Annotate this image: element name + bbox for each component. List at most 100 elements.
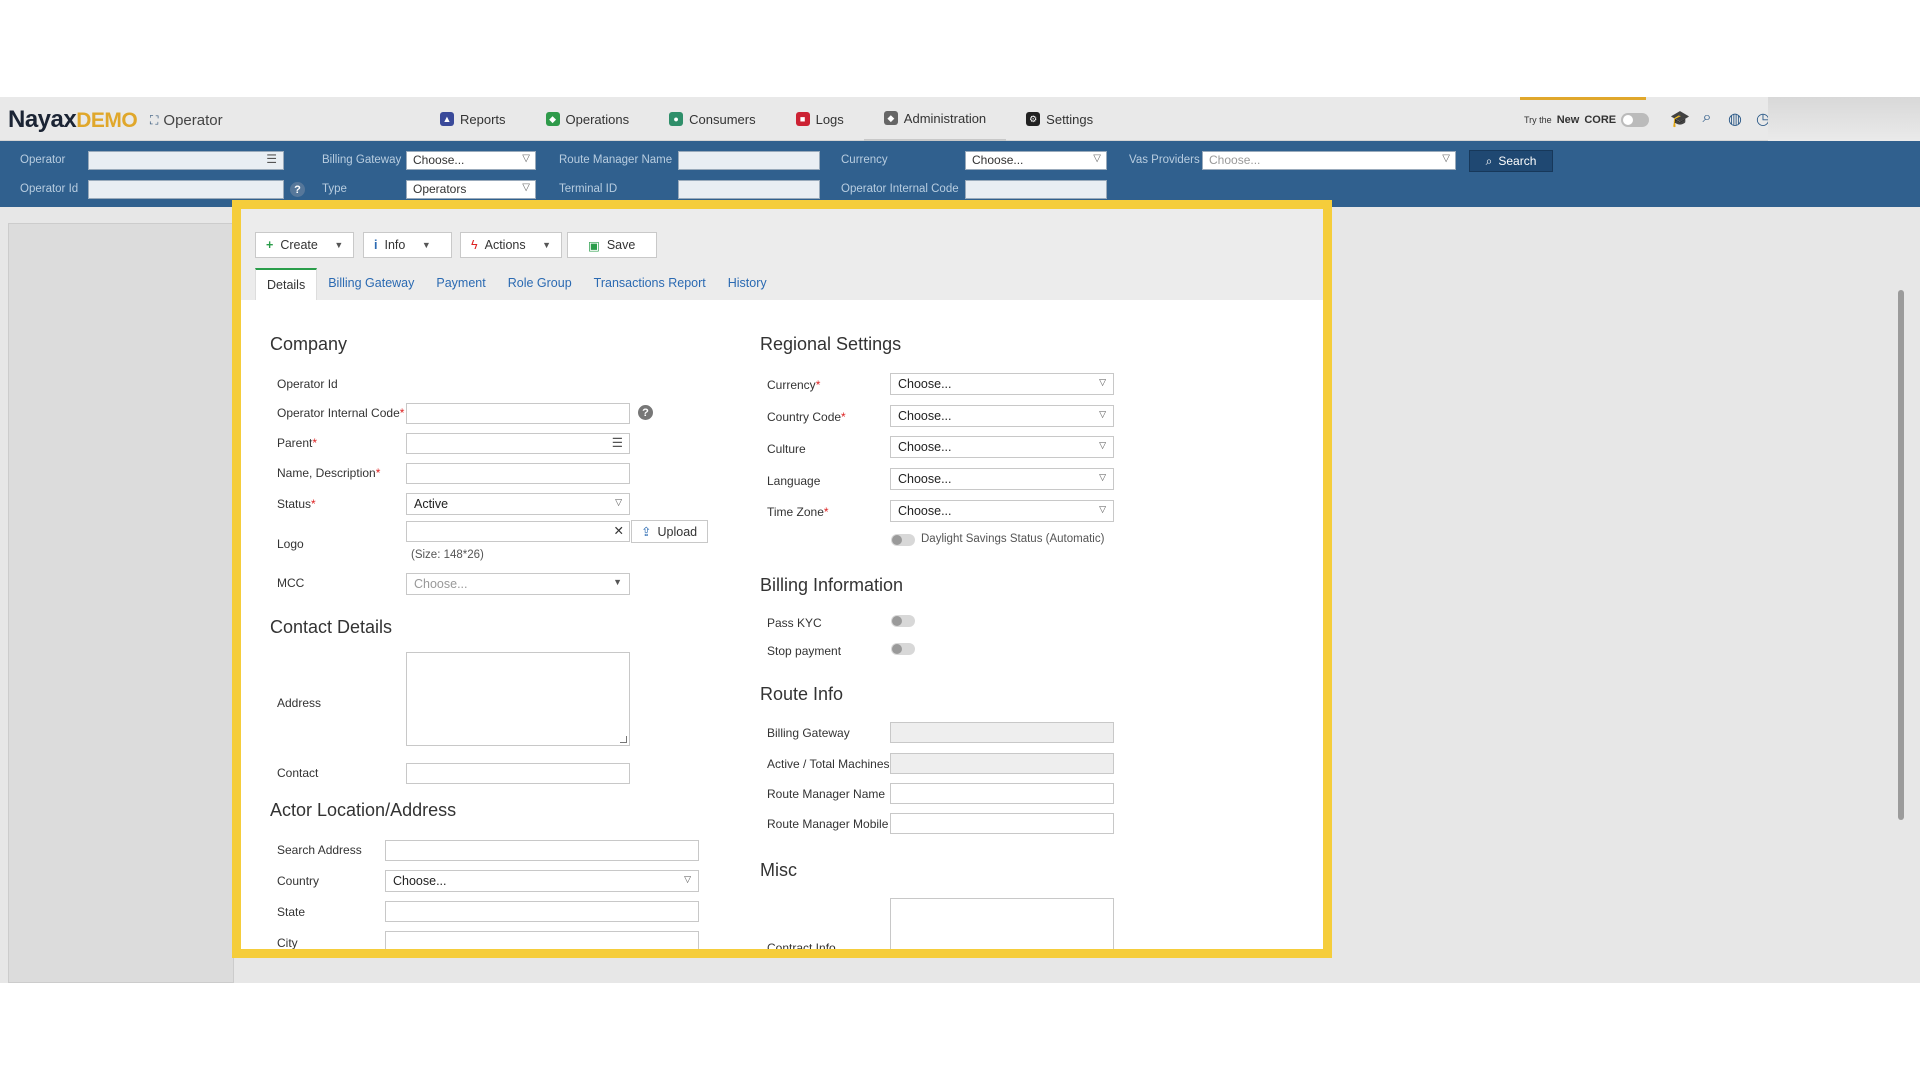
search-button[interactable]: ⌕ Search bbox=[1469, 150, 1553, 172]
menu-reports[interactable]: ▲ Reports bbox=[420, 97, 526, 141]
route-heading: Route Info bbox=[760, 684, 844, 704]
parent-input[interactable]: ☰ bbox=[406, 433, 630, 454]
tab-transactions-report[interactable]: Transactions Report bbox=[583, 268, 717, 300]
language-select[interactable]: Choose... ▽ bbox=[890, 468, 1114, 490]
type-filter-label: Type bbox=[322, 183, 347, 195]
culture-select[interactable]: Choose... ▽ bbox=[890, 436, 1114, 458]
logo-size-hint: (Size: 148*26) bbox=[411, 549, 484, 561]
country-code-select[interactable]: Choose... ▽ bbox=[890, 405, 1114, 427]
brand-name: Nayax bbox=[8, 106, 77, 133]
brand-logo[interactable]: NayaxDEMO bbox=[8, 106, 138, 134]
upload-button[interactable]: ⇪ Upload bbox=[631, 520, 708, 543]
menu-label: Settings bbox=[1046, 111, 1094, 127]
state-input[interactable] bbox=[385, 901, 699, 922]
info-button[interactable]: i Info ▼ bbox=[363, 232, 452, 258]
time-zone-select[interactable]: Choose... ▽ bbox=[890, 500, 1114, 522]
list-icon[interactable]: ☰ bbox=[266, 152, 277, 166]
list-icon[interactable]: ☰ bbox=[612, 435, 623, 450]
billing-gateway-filter-select[interactable]: Choose... ▽ bbox=[406, 151, 536, 170]
stop-payment-toggle[interactable] bbox=[891, 643, 915, 655]
status-label: Status* bbox=[277, 497, 316, 511]
terminal-id-filter-input[interactable] bbox=[678, 180, 820, 199]
required-marker: * bbox=[815, 378, 821, 392]
logo-label: Logo bbox=[277, 537, 304, 551]
machines-input bbox=[890, 753, 1114, 774]
menu-administration[interactable]: ◆ Administration bbox=[863, 97, 1007, 141]
required-marker: * bbox=[841, 410, 846, 424]
contract-info-textarea[interactable] bbox=[890, 898, 1114, 949]
chevron-down-icon: ▽ bbox=[522, 153, 530, 164]
chevron-down-icon: ▽ bbox=[522, 182, 530, 193]
operator-form-dialog: + Create ▼ i Info ▼ ϟ Actions ▼ ▣ Save Detai… bbox=[232, 200, 1332, 958]
internal-code-input[interactable] bbox=[406, 403, 630, 424]
currency-filter-label: Currency bbox=[841, 154, 888, 166]
chevron-down-icon: ▽ bbox=[615, 497, 622, 507]
accent-bar bbox=[1520, 97, 1646, 100]
internal-code-filter-input[interactable] bbox=[965, 180, 1107, 199]
contact-label: Contact bbox=[277, 766, 319, 780]
operator-id-filter-input[interactable] bbox=[88, 180, 284, 199]
type-filter-select[interactable]: Operators ▽ bbox=[406, 180, 536, 199]
status-select[interactable]: Active ▽ bbox=[406, 493, 630, 515]
tab-billing-gateway[interactable]: Billing Gateway bbox=[317, 268, 425, 300]
save-button[interactable]: ▣ Save bbox=[567, 232, 657, 258]
name-label: Name, Description* bbox=[277, 466, 380, 480]
menu-label: Consumers bbox=[689, 111, 756, 127]
globe-icon[interactable]: ◍ bbox=[1726, 109, 1744, 129]
chevron-down-icon[interactable]: ▼ bbox=[536, 233, 558, 257]
chevron-down-icon: ▽ bbox=[1099, 504, 1106, 514]
tab-history[interactable]: History bbox=[717, 268, 778, 300]
clear-icon[interactable]: ✕ bbox=[614, 523, 624, 538]
country-select[interactable]: Choose... ▽ bbox=[385, 870, 699, 892]
route-manager-name-input[interactable] bbox=[890, 783, 1114, 804]
search-address-input[interactable] bbox=[385, 840, 699, 861]
menu-operations[interactable]: ◆ Operations bbox=[526, 97, 650, 141]
menu-consumers[interactable]: ● Consumers bbox=[649, 97, 775, 141]
create-button[interactable]: + Create ▼ bbox=[255, 232, 354, 258]
dst-toggle[interactable] bbox=[891, 534, 915, 546]
menu-logs[interactable]: ■ Logs bbox=[776, 97, 864, 141]
vas-providers-filter-select[interactable]: Choose... ▽ bbox=[1202, 151, 1456, 170]
route-manager-mobile-input[interactable] bbox=[890, 813, 1114, 834]
country-label: Country bbox=[277, 874, 320, 888]
help-icon[interactable]: ? bbox=[638, 405, 653, 420]
top-nav: NayaxDEMO ⛶ Operator ▲ Reports ◆ Operation… bbox=[0, 97, 1920, 153]
chevron-down-icon: ▽ bbox=[1093, 153, 1101, 164]
search-icon[interactable]: ⌕ bbox=[1698, 109, 1716, 129]
contact-input[interactable] bbox=[406, 763, 630, 784]
tab-payment[interactable]: Payment bbox=[425, 268, 496, 300]
consumers-icon: ● bbox=[669, 112, 684, 126]
city-input[interactable] bbox=[385, 931, 699, 949]
scrollbar[interactable] bbox=[1898, 290, 1904, 820]
currency-filter-select[interactable]: Choose... ▽ bbox=[965, 151, 1107, 170]
chevron-down-icon[interactable]: ▼ bbox=[415, 233, 437, 257]
chevron-down-icon: ▽ bbox=[1099, 440, 1106, 450]
currency-select[interactable]: Choose... ▽ bbox=[890, 373, 1114, 395]
address-textarea[interactable] bbox=[406, 652, 630, 746]
terminal-id-filter-label: Terminal ID bbox=[559, 183, 618, 195]
tab-role-group[interactable]: Role Group bbox=[497, 268, 583, 300]
academy-icon[interactable]: 🎓 bbox=[1670, 109, 1690, 129]
label-text: Parent bbox=[277, 436, 313, 450]
name-input[interactable] bbox=[406, 463, 630, 484]
mcc-select[interactable]: Choose... ▼ bbox=[406, 573, 630, 595]
select-value: Operators bbox=[413, 182, 467, 196]
route-manager-filter-input[interactable] bbox=[678, 151, 820, 170]
pass-kyc-toggle[interactable] bbox=[891, 615, 915, 627]
currency-label: Currency* bbox=[767, 378, 820, 392]
select-value: Choose... bbox=[898, 377, 952, 391]
actions-button[interactable]: ϟ Actions ▼ bbox=[460, 232, 562, 258]
operator-filter-input[interactable]: ☰ bbox=[88, 151, 284, 170]
label-text: Country Code bbox=[767, 410, 842, 424]
logo-input[interactable]: ✕ bbox=[406, 521, 630, 542]
label-text: Operator Internal Code bbox=[277, 406, 400, 420]
search-address-label: Search Address bbox=[277, 843, 362, 857]
help-icon[interactable]: ? bbox=[290, 182, 305, 197]
tab-details[interactable]: Details bbox=[255, 268, 318, 300]
chevron-down-icon[interactable]: ▼ bbox=[328, 233, 350, 257]
info-label: Info bbox=[384, 238, 406, 252]
new-core-toggle[interactable] bbox=[1621, 113, 1650, 127]
menu-settings[interactable]: ⚙ Settings bbox=[1006, 97, 1113, 141]
operator-filter-label: Operator bbox=[20, 154, 66, 166]
select-value: Active bbox=[414, 497, 449, 511]
